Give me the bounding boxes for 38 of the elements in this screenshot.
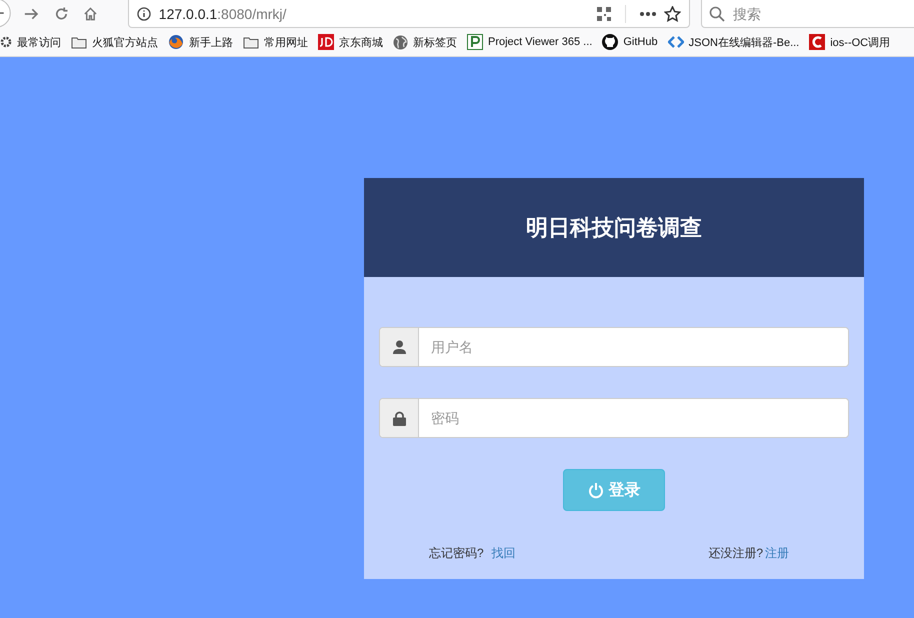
username-field[interactable]: 用户名 [379,327,849,367]
bookmark-item[interactable]: 常用网址 [243,34,308,50]
code-icon [668,36,684,48]
bookmark-item[interactable]: GitHub [602,34,658,50]
github-icon [602,34,618,50]
bookmark-item[interactable]: Project Viewer 365 ... [467,34,592,50]
bookmark-item[interactable]: 新标签页 [393,34,457,50]
c-logo-icon [809,34,826,50]
gear-icon [0,36,12,48]
password-field[interactable]: 密码 [379,398,849,438]
more-icon[interactable] [640,12,656,16]
info-icon [136,6,151,20]
lock-icon [392,410,406,426]
bookmark-item[interactable]: 最常访问 [0,34,61,50]
project-icon [467,34,483,50]
globe-icon [393,34,408,50]
bookmark-item[interactable]: 京东商城 [318,34,383,50]
bookmark-item[interactable]: 火狐官方站点 [71,34,158,50]
search-field[interactable]: 搜索 [701,0,914,28]
power-icon [588,482,604,498]
bookmark-item[interactable]: ios--OC调用 [809,34,890,50]
folder-icon [71,36,87,48]
folder-icon [243,36,259,48]
user-icon [392,340,406,354]
shop-logo-icon [318,34,334,50]
home-button[interactable] [82,6,98,22]
url-text: 127.0.0.1:8080/mrkj/ [158,6,286,22]
browser-icon [168,34,184,50]
forward-button[interactable] [23,6,40,22]
survey-title: 明日科技问卷调查 [364,178,864,277]
qr-code-icon [597,6,611,20]
bookmark-item[interactable]: 新手上路 [168,34,233,50]
not-registered-text: 还没注册? [708,546,763,560]
forgot-password-text: 忘记密码? [429,546,484,560]
star-icon[interactable] [664,6,681,22]
address-bar[interactable]: 127.0.0.1:8080/mrkj/ [128,0,690,28]
reload-button[interactable] [54,6,69,22]
bookmark-item[interactable]: JSON在线编辑器-Be... [668,34,800,50]
